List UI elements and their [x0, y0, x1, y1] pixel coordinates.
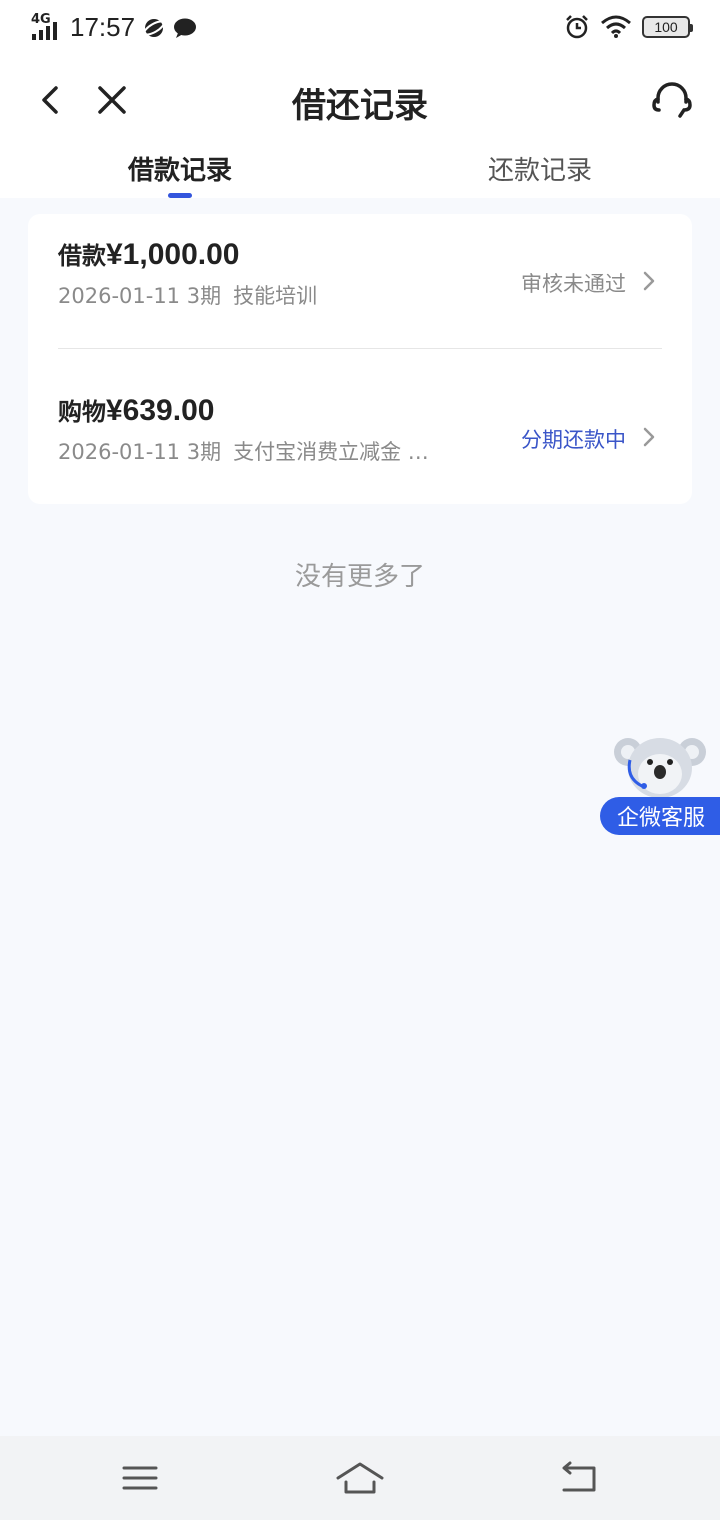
tab-borrow-records[interactable]: 借款记录: [0, 146, 360, 198]
record-periods: 3期: [186, 284, 222, 308]
home-icon[interactable]: [336, 1458, 384, 1498]
record-type: 购物: [58, 398, 106, 426]
record-date: 2026-01-11: [58, 440, 181, 464]
no-more-text: 没有更多了: [294, 562, 425, 592]
chat-bubble-icon: [174, 18, 197, 38]
record-amount: ¥1,000.00: [106, 238, 240, 271]
clock: 17:57: [70, 12, 136, 42]
customer-service-label: 企微客服: [616, 806, 705, 831]
page-title: 借还记录: [292, 86, 428, 126]
record-type: 借款: [58, 242, 106, 270]
return-icon[interactable]: [556, 1458, 600, 1498]
record-item[interactable]: 购物 ¥639.00 2026-01-11 3期 支付宝消费立减金 … 分期还款中: [58, 392, 662, 512]
tab-repay-records[interactable]: 还款记录: [360, 146, 720, 198]
headset-icon[interactable]: [650, 78, 694, 122]
customer-service-button[interactable]: 企微客服: [600, 797, 720, 835]
record-purpose: 技能培训: [233, 284, 318, 308]
chevron-right-icon: [643, 427, 655, 447]
divider: [58, 348, 662, 349]
record-periods: 3期: [186, 440, 222, 464]
record-amount: ¥639.00: [106, 394, 215, 427]
records-card: 借款 ¥1,000.00 2026-01-11 3期 技能培训 审核未通过 购物 …: [28, 214, 692, 504]
battery-indicator: 100: [642, 16, 693, 38]
record-purpose: 支付宝消费立减金 …: [233, 440, 429, 464]
planet-app-icon: [143, 18, 165, 37]
wifi-icon: [601, 15, 631, 38]
chevron-right-icon: [643, 271, 655, 291]
record-status: 审核未通过: [521, 272, 626, 296]
status-bar: 4G 17:57 100: [0, 0, 720, 58]
koala-mascot-icon[interactable]: [612, 730, 708, 806]
record-item[interactable]: 借款 ¥1,000.00 2026-01-11 3期 技能培训 审核未通过: [58, 236, 662, 356]
system-navigation-bar: [0, 1436, 720, 1520]
alarm-icon: [566, 15, 588, 39]
signal-icon: 4G: [30, 12, 62, 42]
record-date: 2026-01-11: [58, 284, 181, 308]
navigation-bar: 借还记录: [0, 60, 720, 144]
record-tabs: 借款记录 还款记录: [0, 146, 720, 198]
menu-icon[interactable]: [118, 1458, 162, 1498]
record-status: 分期还款中: [521, 428, 626, 452]
